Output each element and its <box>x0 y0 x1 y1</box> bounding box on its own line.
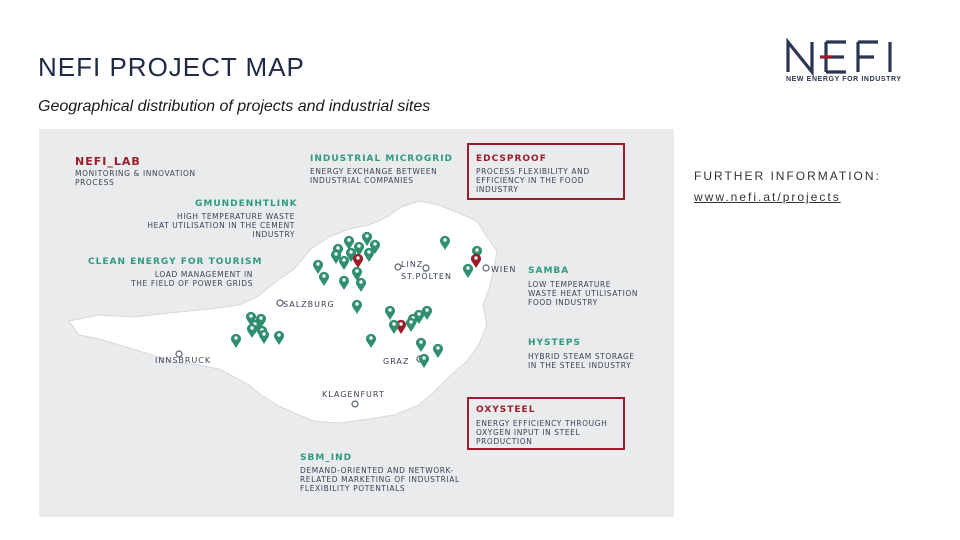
pin-center-dot <box>436 346 440 350</box>
project-hysteps-desc: HYBRID STEAM STORAGE IN THE STEEL INDUST… <box>528 352 635 370</box>
pin-center-dot <box>357 244 361 248</box>
pin-center-dot <box>474 256 478 260</box>
pin-center-dot <box>356 256 360 260</box>
pin-center-dot <box>373 242 377 246</box>
pin-center-dot <box>316 262 320 266</box>
page-title: NEFI PROJECT MAP <box>38 52 305 82</box>
project-samba-desc: LOW TEMPERATURE WASTE HEAT UTILISATION F… <box>528 280 639 307</box>
pin-center-dot <box>369 336 373 340</box>
pin-center-dot <box>234 336 238 340</box>
pin-center-dot <box>347 238 351 242</box>
pin-center-dot <box>262 332 266 336</box>
city-linz: LINZ <box>401 260 424 269</box>
pin-center-dot <box>443 238 447 242</box>
city-st-poelten: ST.PÖLTEN <box>401 272 452 281</box>
pin-center-dot <box>475 248 479 252</box>
projects-link[interactable]: www.nefi.at/projects <box>694 190 841 204</box>
pin-center-dot <box>334 252 338 256</box>
pin-center-dot <box>342 278 346 282</box>
city-graz: GRAZ <box>383 357 410 366</box>
pin-center-dot <box>359 280 363 284</box>
project-gmundenhtlink: GMUNDENHTLINK <box>195 199 298 209</box>
page-subtitle: Geographical distribution of projects an… <box>38 98 431 115</box>
pin-center-dot <box>322 274 326 278</box>
pin-center-dot <box>422 356 426 360</box>
project-edcsproof: EDCSPROOF <box>476 154 547 164</box>
project-hysteps: HYSTEPS <box>528 338 581 348</box>
city-wien: WIEN <box>491 265 517 274</box>
map-panel: LINZ ST.PÖLTEN WIEN SALZBURG INNSBRUCK G… <box>39 129 674 517</box>
pin-center-dot <box>349 250 353 254</box>
project-clean-energy-desc: LOAD MANAGEMENT IN THE FIELD OF POWER GR… <box>131 270 253 288</box>
pin-center-dot <box>419 340 423 344</box>
pin-center-dot <box>392 322 396 326</box>
pin-center-dot <box>409 320 413 324</box>
project-gmundenhtlink-desc: HIGH TEMPERATURE WASTE HEAT UTILISATION … <box>147 212 295 239</box>
pin-center-dot <box>259 316 263 320</box>
project-nefi-lab: NEFI_LAB <box>75 155 141 168</box>
project-industrial-microgrid-desc: ENERGY EXCHANGE BETWEEN INDUSTRIAL COMPA… <box>310 167 438 185</box>
city-klagenfurt: KLAGENFURT <box>322 390 385 399</box>
city-salzburg: SALZBURG <box>283 300 335 309</box>
pin-center-dot <box>336 246 340 250</box>
pin-center-dot <box>342 258 346 262</box>
pin-center-dot <box>355 302 359 306</box>
pin-center-dot <box>466 266 470 270</box>
pin-center-dot <box>365 234 369 238</box>
further-info-heading: FURTHER INFORMATION: <box>694 169 881 183</box>
logo-tagline: NEW ENERGY FOR INDUSTRY <box>786 76 902 83</box>
project-oxysteel-desc: ENERGY EFFICIENCY THROUGH OXYGEN INPUT I… <box>476 419 608 446</box>
pin-center-dot <box>425 308 429 312</box>
project-nefi-lab-desc: MONITORING & INNOVATION PROCESS <box>75 169 196 187</box>
project-oxysteel: OXYSTEEL <box>476 405 536 415</box>
pin-center-dot <box>277 333 281 337</box>
project-sbm-ind-desc: DEMAND-ORIENTED AND NETWORK- RELATED MAR… <box>300 466 460 493</box>
project-clean-energy-for-tourism: CLEAN ENERGY FOR TOURISM <box>88 257 263 267</box>
project-edcsproof-desc: PROCESS FLEXIBILITY AND EFFICIENCY IN TH… <box>476 167 590 194</box>
pin-center-dot <box>355 269 359 273</box>
pin-center-dot <box>417 312 421 316</box>
project-industrial-microgrid: INDUSTRIAL MICROGRID <box>310 154 454 164</box>
pin-center-dot <box>249 314 253 318</box>
project-samba: SAMBA <box>528 266 570 276</box>
pin-center-dot <box>367 250 371 254</box>
pin-center-dot <box>399 322 403 326</box>
city-innsbruck: INNSBRUCK <box>155 356 212 365</box>
pin-center-dot <box>250 326 254 330</box>
project-sbm-ind: SBM_IND <box>300 453 353 463</box>
pin-center-dot <box>388 308 392 312</box>
